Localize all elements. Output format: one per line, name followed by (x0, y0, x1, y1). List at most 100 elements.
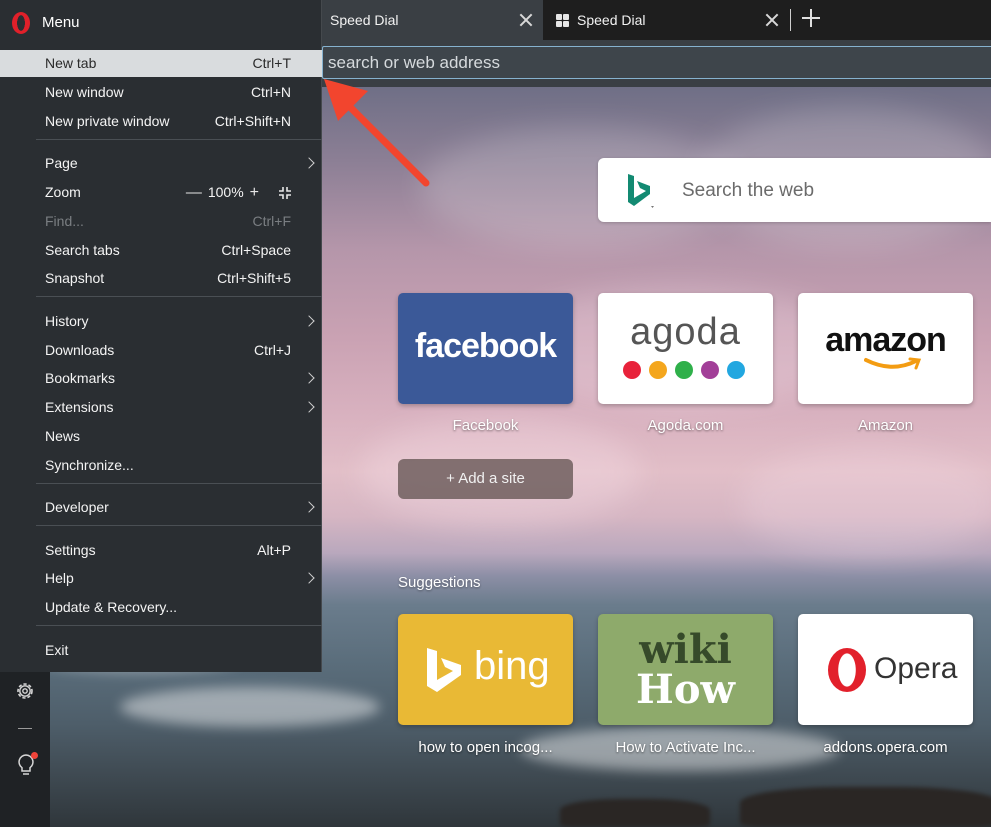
menu-item-extensions[interactable]: Extensions (0, 394, 322, 421)
tile-caption: How to Activate Inc... (615, 739, 756, 756)
tab-label: Speed Dial (577, 12, 646, 28)
opera-main-menu: Menu New tab Ctrl+T New window Ctrl+N Ne… (0, 0, 322, 672)
speed-dial-icon (556, 13, 569, 27)
menu-item-snapshot[interactable]: Snapshot Ctrl+Shift+5 (0, 265, 322, 292)
tile-caption: how to open incog... (418, 739, 553, 756)
close-icon[interactable] (517, 11, 535, 29)
opera-logo-icon (828, 648, 866, 692)
tile-caption: Amazon (857, 417, 914, 434)
amazon-smile-icon (864, 357, 922, 370)
menu-item-find[interactable]: Find... Ctrl+F (0, 208, 322, 235)
menu-item-zoom: Zoom — 100% + (0, 179, 322, 206)
tab-speed-dial-active[interactable]: Speed Dial (322, 0, 543, 40)
chevron-right-icon (303, 572, 315, 584)
sidebar (0, 672, 50, 827)
zoom-level: 100% (207, 184, 244, 200)
wikihow-logo-line2: How (636, 666, 735, 713)
bing-icon (427, 648, 461, 692)
opera-logo-text: Opera (874, 652, 958, 685)
close-icon[interactable] (763, 11, 781, 29)
speed-dial-tile-facebook[interactable]: facebook (398, 293, 573, 404)
menu-item-label: Snapshot (45, 270, 105, 286)
menu-item-synchronize[interactable]: Synchronize... (0, 452, 322, 479)
menu-header[interactable]: Menu (0, 0, 322, 46)
suggestion-tile-opera[interactable]: Opera (798, 614, 973, 725)
tile-caption: Facebook (452, 417, 519, 434)
menu-item-new-tab[interactable]: New tab Ctrl+T (0, 50, 322, 77)
menu-item-news[interactable]: News (0, 423, 322, 450)
menu-item-search-tabs[interactable]: Search tabs Ctrl+Space (0, 237, 322, 264)
suggestions-heading: Suggestions (398, 574, 481, 591)
menu-item-label: Zoom (45, 184, 81, 200)
add-a-site-button[interactable]: + Add a site (398, 459, 573, 499)
menu-divider (36, 625, 322, 626)
opera-logo-icon (12, 12, 30, 34)
menu-item-page[interactable]: Page (0, 150, 322, 177)
menu-item-settings[interactable]: Settings Alt+P (0, 537, 322, 564)
chevron-right-icon (303, 401, 315, 413)
amazon-logo: amazon (825, 321, 947, 359)
menu-item-new-private-window[interactable]: New private window Ctrl+Shift+N (0, 108, 322, 135)
menu-item-help[interactable]: Help (0, 565, 322, 592)
settings-gear-icon[interactable] (14, 680, 36, 702)
menu-item-label: Developer (45, 499, 109, 515)
tile-caption: Agoda.com (647, 417, 724, 434)
menu-item-label: News (45, 428, 81, 444)
new-tab-plus-icon[interactable] (802, 9, 820, 27)
menu-divider (36, 525, 322, 526)
menu-item-label: New tab (45, 55, 97, 71)
menu-item-label: Find... (45, 213, 84, 229)
menu-item-update-recovery[interactable]: Update & Recovery... (0, 594, 322, 621)
menu-divider (36, 139, 322, 140)
zoom-out-button[interactable]: — (186, 179, 202, 206)
bing-icon[interactable] (624, 172, 654, 210)
menu-item-label: Help (45, 570, 74, 586)
tab-speed-dial[interactable]: Speed Dial (544, 0, 789, 40)
bing-logo-text: bing (474, 644, 550, 688)
annotation-arrow-icon (324, 79, 430, 187)
menu-item-label: Exit (45, 642, 69, 658)
menu-item-new-window[interactable]: New window Ctrl+N (0, 79, 322, 106)
menu-item-label: Synchronize... (45, 457, 134, 473)
search-placeholder: Search the web (682, 180, 815, 201)
menu-item-label: New private window (45, 113, 170, 129)
agoda-dots (623, 361, 745, 379)
menu-item-label: Update & Recovery... (45, 599, 178, 615)
menu-item-label: Downloads (45, 342, 115, 358)
menu-item-label: Extensions (45, 399, 114, 415)
zoom-controls: — 100% + (186, 179, 291, 206)
menu-item-label: History (45, 313, 89, 329)
sidebar-divider (18, 728, 32, 729)
menu-item-label: Page (45, 155, 78, 171)
agoda-logo: agoda (630, 311, 741, 353)
tab-separator (790, 9, 791, 31)
menu-item-shortcut: Ctrl+F (252, 213, 292, 229)
menu-item-shortcut: Ctrl+Space (221, 242, 291, 258)
chevron-right-icon (303, 501, 315, 513)
chevron-right-icon (303, 315, 315, 327)
suggestion-tile-wikihow[interactable]: wiki How (598, 614, 773, 725)
menu-item-downloads[interactable]: Downloads Ctrl+J (0, 337, 322, 364)
speed-dial-tile-amazon[interactable]: amazon (798, 293, 973, 404)
suggestion-tile-bing[interactable]: bing (398, 614, 573, 725)
menu-item-shortcut: Ctrl+J (254, 342, 291, 358)
menu-item-label: Settings (45, 542, 96, 558)
fullscreen-collapse-icon[interactable] (279, 186, 291, 199)
wikihow-logo-line1: wiki (639, 626, 732, 673)
zoom-in-button[interactable]: + (250, 179, 259, 206)
menu-item-history[interactable]: History (0, 308, 322, 335)
menu-item-shortcut: Ctrl+T (252, 55, 292, 71)
menu-item-shortcut: Ctrl+Shift+N (214, 113, 291, 129)
speed-dial-tile-agoda[interactable]: agoda (598, 293, 773, 404)
menu-title: Menu (42, 14, 80, 31)
web-search-box[interactable]: Search the web (598, 158, 991, 222)
chevron-right-icon (303, 372, 315, 384)
tab-strip: Speed Dial Speed Dial (322, 0, 991, 40)
menu-item-label: New window (45, 84, 124, 100)
menu-item-bookmarks[interactable]: Bookmarks (0, 365, 322, 392)
menu-item-developer[interactable]: Developer (0, 494, 322, 521)
menu-divider (36, 483, 322, 484)
menu-item-exit[interactable]: Exit (0, 637, 322, 664)
menu-item-label: Search tabs (45, 242, 120, 258)
notification-dot (31, 752, 38, 759)
